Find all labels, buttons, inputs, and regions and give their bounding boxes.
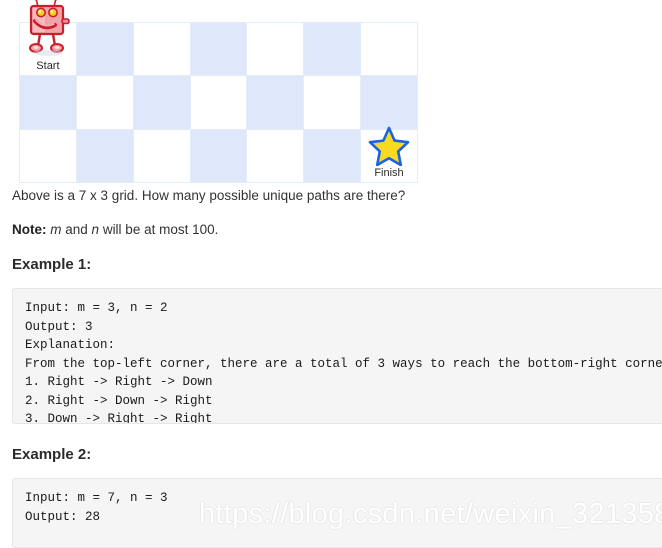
grid-cell (75, 21, 134, 77)
example-2-heading: Example 2: (12, 446, 92, 463)
grid-cell (303, 128, 362, 183)
grid-caption: Above is a 7 x 3 grid. How many possible… (12, 188, 406, 203)
grid-cell-finish: Finish (360, 126, 418, 183)
grid-cell (19, 128, 77, 183)
grid-cell (303, 75, 362, 130)
robot-icon (24, 0, 72, 59)
grid-cell (189, 128, 248, 183)
start-label: Start (36, 60, 60, 73)
note-line: Note: m and n will be at most 100. (12, 221, 218, 239)
grid-row (19, 75, 418, 130)
unique-paths-grid-figure: Start Finish (19, 0, 418, 183)
note-conjunction: and (61, 222, 92, 237)
grid-cell (132, 128, 191, 183)
grid-cell (132, 75, 191, 130)
grid-cell (360, 75, 418, 130)
grid-cell (189, 75, 248, 130)
grid-cell (19, 75, 77, 130)
finish-label: Finish (374, 166, 404, 179)
grid-cell (303, 21, 362, 77)
note-var-n: n (91, 222, 100, 237)
grid-cell (75, 75, 134, 130)
grid-row: Start (19, 0, 418, 77)
note-tail: will be at most 100. (99, 222, 219, 237)
grid-cell (246, 75, 305, 130)
grid-cell (189, 21, 248, 77)
grid-cell (75, 128, 134, 183)
grid-cell (246, 21, 305, 77)
note-var-m: m (50, 222, 62, 237)
star-icon (368, 126, 410, 167)
example-1-code-block: Input: m = 3, n = 2 Output: 3 Explanatio… (12, 288, 662, 424)
example-2-code-block: Input: m = 7, n = 3 Output: 28 (12, 478, 662, 548)
grid-table: Start Finish (19, 0, 418, 183)
grid-cell (132, 21, 191, 77)
grid-cell (246, 128, 305, 183)
note-label: Note: (12, 222, 47, 237)
grid-row: Finish (19, 126, 418, 183)
grid-cell (360, 21, 418, 77)
example-1-heading: Example 1: (12, 256, 92, 273)
grid-cell-start: Start (19, 0, 77, 77)
